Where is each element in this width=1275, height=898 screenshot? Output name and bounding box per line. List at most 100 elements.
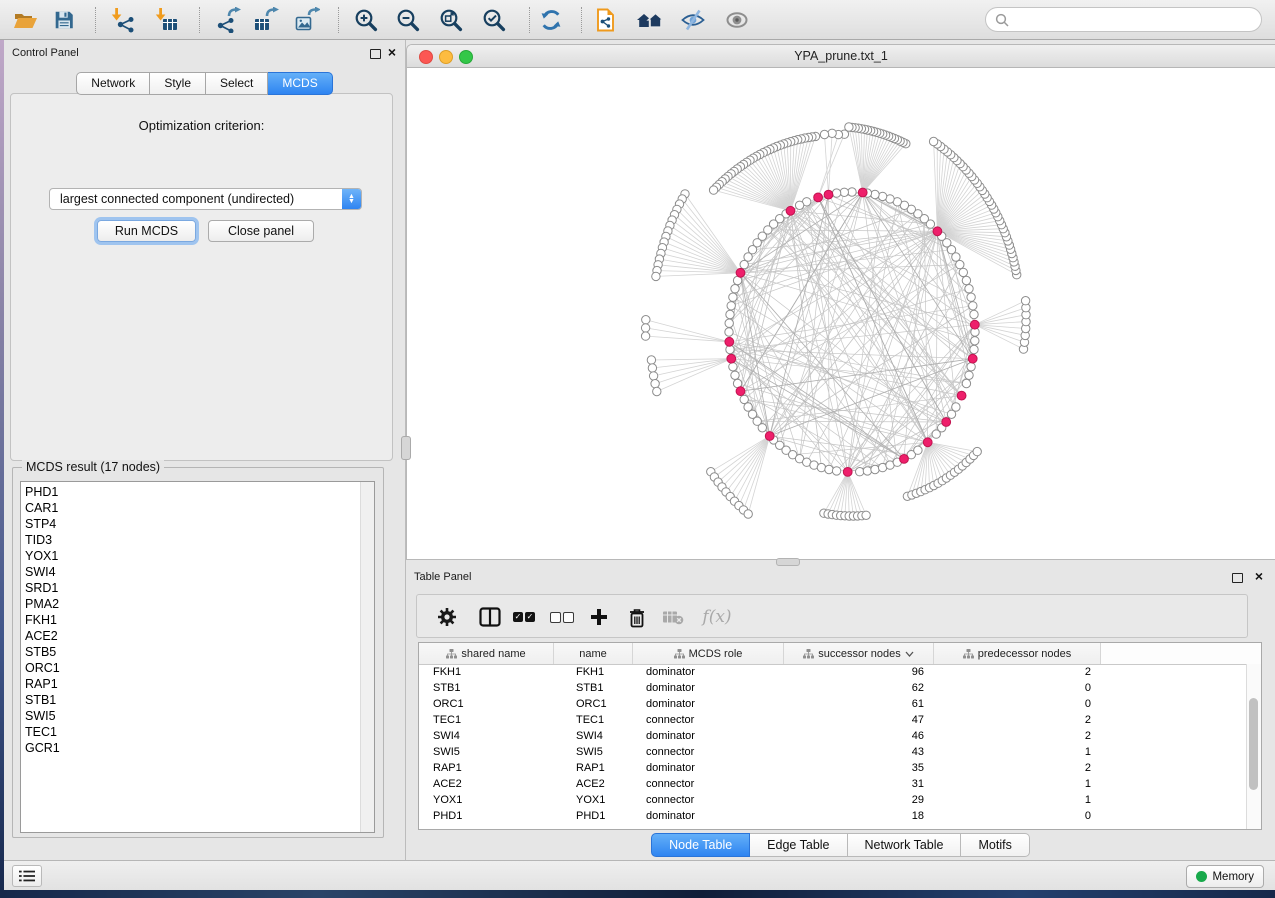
- tab-motifs[interactable]: Motifs: [961, 833, 1029, 857]
- zoom-selected-button[interactable]: [477, 3, 511, 37]
- zoom-fit-button[interactable]: [434, 3, 468, 37]
- run-mcds-button[interactable]: Run MCDS: [97, 220, 196, 242]
- table-row[interactable]: PHD1PHD1dominator180: [419, 808, 1247, 824]
- workspace-area: YPA_prune.txt_1 Table Panel × ✓✓: [406, 40, 1275, 860]
- table-row[interactable]: STB1STB1dominator620: [419, 680, 1247, 696]
- float-panel-icon[interactable]: [370, 49, 381, 59]
- close-panel-button[interactable]: Close panel: [208, 220, 314, 242]
- column-header-successor-nodes[interactable]: successor nodes: [784, 643, 934, 664]
- column-header-name[interactable]: name: [554, 643, 633, 664]
- save-session-button[interactable]: [47, 3, 81, 37]
- network-canvas[interactable]: [407, 68, 1275, 559]
- mcds-result-item[interactable]: PMA2: [21, 596, 360, 612]
- tab-network[interactable]: Network: [76, 72, 150, 95]
- memory-status-icon: [1196, 871, 1207, 882]
- control-panel-title: Control Panel: [12, 47, 79, 59]
- zoom-out-icon: [395, 7, 421, 33]
- toolbar-separator: [338, 7, 339, 33]
- cell-name: RAP1: [554, 762, 633, 774]
- zoom-in-button[interactable]: [349, 3, 383, 37]
- export-image-icon: [294, 7, 320, 33]
- mcds-result-item[interactable]: FKH1: [21, 612, 360, 628]
- import-network-button[interactable]: [106, 3, 140, 37]
- mcds-result-item[interactable]: RAP1: [21, 676, 360, 692]
- result-list-scrollbar[interactable]: [360, 482, 374, 832]
- mcds-result-item[interactable]: ORC1: [21, 660, 360, 676]
- tab-style[interactable]: Style: [150, 72, 206, 95]
- control-panel-tabs: NetworkStyleSelectMCDS: [4, 72, 405, 95]
- gear-icon[interactable]: [432, 602, 462, 632]
- cell-successor-nodes: 29: [784, 794, 934, 806]
- add-column-icon[interactable]: [584, 602, 614, 632]
- table-row[interactable]: ORC1ORC1dominator610: [419, 696, 1247, 712]
- hide-selected-button[interactable]: [676, 3, 710, 37]
- mcds-result-item[interactable]: TID3: [21, 532, 360, 548]
- cell-shared-name: FKH1: [419, 666, 554, 678]
- close-panel-icon[interactable]: ×: [388, 45, 396, 59]
- mcds-result-item[interactable]: TEC1: [21, 724, 360, 740]
- search-input[interactable]: [1014, 10, 1261, 30]
- mcds-result-item[interactable]: ACE2: [21, 628, 360, 644]
- table-scrollbar-thumb[interactable]: [1249, 698, 1258, 790]
- tab-edge-table[interactable]: Edge Table: [750, 833, 847, 857]
- attribute-icon: [963, 649, 974, 659]
- mcds-result-item[interactable]: SRD1: [21, 580, 360, 596]
- tab-mcds[interactable]: MCDS: [268, 72, 332, 95]
- float-panel-icon[interactable]: [1232, 573, 1243, 583]
- cell-MCDS-role: connector: [633, 794, 784, 806]
- show-panels-button[interactable]: [12, 865, 42, 887]
- tab-node-table[interactable]: Node Table: [651, 833, 750, 857]
- tab-network-table[interactable]: Network Table: [848, 833, 962, 857]
- column-header-predecessor-nodes[interactable]: predecessor nodes: [934, 643, 1101, 664]
- cell-predecessor-nodes: 1: [934, 778, 1101, 790]
- deselect-all-icon[interactable]: [547, 602, 577, 632]
- table-row[interactable]: RAP1RAP1dominator352: [419, 760, 1247, 776]
- mcds-result-item[interactable]: YOX1: [21, 548, 360, 564]
- cell-successor-nodes: 18: [784, 810, 934, 822]
- mcds-result-item[interactable]: SWI4: [21, 564, 360, 580]
- delete-column-icon[interactable]: [622, 602, 652, 632]
- table-row[interactable]: YOX1YOX1connector291: [419, 792, 1247, 808]
- mcds-result-item[interactable]: SWI5: [21, 708, 360, 724]
- import-table-button[interactable]: [150, 3, 184, 37]
- table-row[interactable]: TEC1TEC1connector472: [419, 712, 1247, 728]
- table-row[interactable]: FKH1FKH1dominator962: [419, 664, 1247, 680]
- columns-icon[interactable]: [475, 602, 505, 632]
- cell-successor-nodes: 96: [784, 666, 934, 678]
- mcds-result-item[interactable]: STB5: [21, 644, 360, 660]
- memory-button[interactable]: Memory: [1186, 865, 1264, 888]
- vertical-splitter-handle[interactable]: [401, 436, 411, 460]
- apply-layout-button[interactable]: [534, 3, 568, 37]
- cell-successor-nodes: 62: [784, 682, 934, 694]
- export-table-button[interactable]: [249, 3, 283, 37]
- open-file-button[interactable]: [8, 3, 42, 37]
- close-panel-icon[interactable]: ×: [1255, 569, 1263, 583]
- mcds-result-item[interactable]: STB1: [21, 692, 360, 708]
- mcds-result-group: MCDS result (17 nodes) PHD1CAR1STP4TID3Y…: [12, 467, 384, 838]
- network-overview-button[interactable]: [590, 3, 624, 37]
- column-header-shared-name[interactable]: shared name: [419, 643, 554, 664]
- export-image-button[interactable]: [290, 3, 324, 37]
- export-network-button[interactable]: [211, 3, 245, 37]
- mcds-result-item[interactable]: CAR1: [21, 500, 360, 516]
- delete-table-icon[interactable]: [658, 602, 688, 632]
- zoom-fit-icon: [438, 7, 464, 33]
- tab-select[interactable]: Select: [206, 72, 268, 95]
- function-builder-icon[interactable]: f(x): [697, 602, 737, 632]
- mcds-result-item[interactable]: STP4: [21, 516, 360, 532]
- network-window-titlebar[interactable]: YPA_prune.txt_1: [407, 45, 1275, 68]
- mcds-result-item[interactable]: GCR1: [21, 740, 360, 756]
- mcds-result-item[interactable]: PHD1: [21, 484, 360, 500]
- criterion-dropdown[interactable]: largest connected component (undirected)…: [49, 188, 362, 210]
- show-all-button[interactable]: [720, 3, 754, 37]
- table-row[interactable]: SWI4SWI4dominator462: [419, 728, 1247, 744]
- zoom-out-button[interactable]: [391, 3, 425, 37]
- open-file-icon: [12, 7, 38, 33]
- select-all-icon[interactable]: ✓✓: [509, 602, 539, 632]
- horizontal-splitter-handle[interactable]: [776, 558, 800, 566]
- column-header-MCDS-role[interactable]: MCDS role: [633, 643, 784, 664]
- table-scrollbar[interactable]: [1246, 664, 1261, 829]
- table-row[interactable]: SWI5SWI5connector431: [419, 744, 1247, 760]
- first-neighbors-button[interactable]: [633, 3, 667, 37]
- table-row[interactable]: ACE2ACE2connector311: [419, 776, 1247, 792]
